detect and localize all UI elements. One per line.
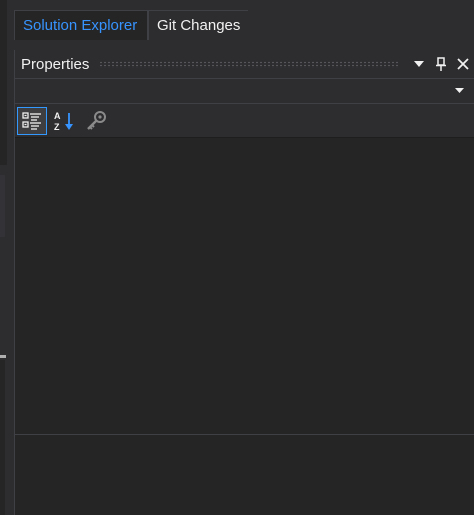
window-position-dropdown-icon[interactable] <box>408 53 430 75</box>
property-pages-icon <box>87 110 106 130</box>
close-icon[interactable] <box>452 53 474 75</box>
svg-text:A: A <box>54 111 61 121</box>
properties-title-bar: Properties <box>15 50 474 78</box>
editor-scrollbar-segment <box>0 175 5 237</box>
svg-text:Z: Z <box>54 122 60 132</box>
editor-edge <box>0 0 14 515</box>
categorized-icon <box>22 111 41 130</box>
alphabetical-button[interactable]: A Z <box>49 107 79 135</box>
description-pane <box>15 434 474 515</box>
pin-icon[interactable] <box>430 53 452 75</box>
property-grid[interactable] <box>15 139 474 434</box>
properties-toolbar: A Z <box>15 104 474 138</box>
tab-solution-explorer[interactable]: Solution Explorer <box>14 10 148 40</box>
alphabetical-sort-icon: A Z <box>54 111 73 132</box>
drag-grip[interactable] <box>99 60 400 68</box>
editor-edge-segment <box>0 360 5 515</box>
editor-edge-segment <box>0 0 7 165</box>
splitter-marker[interactable] <box>0 355 6 358</box>
categorized-button[interactable] <box>17 106 47 135</box>
ide-window: Solution Explorer Git Changes Properties <box>0 0 474 515</box>
tool-window-tabstrip: Solution Explorer Git Changes <box>14 10 474 40</box>
chevron-down-icon <box>455 88 464 93</box>
properties-window: Properties A Z <box>14 50 474 515</box>
tab-git-changes[interactable]: Git Changes <box>148 10 249 40</box>
panel-title: Properties <box>21 55 90 73</box>
property-pages-button[interactable] <box>81 107 111 135</box>
object-selector-dropdown[interactable] <box>15 78 474 104</box>
